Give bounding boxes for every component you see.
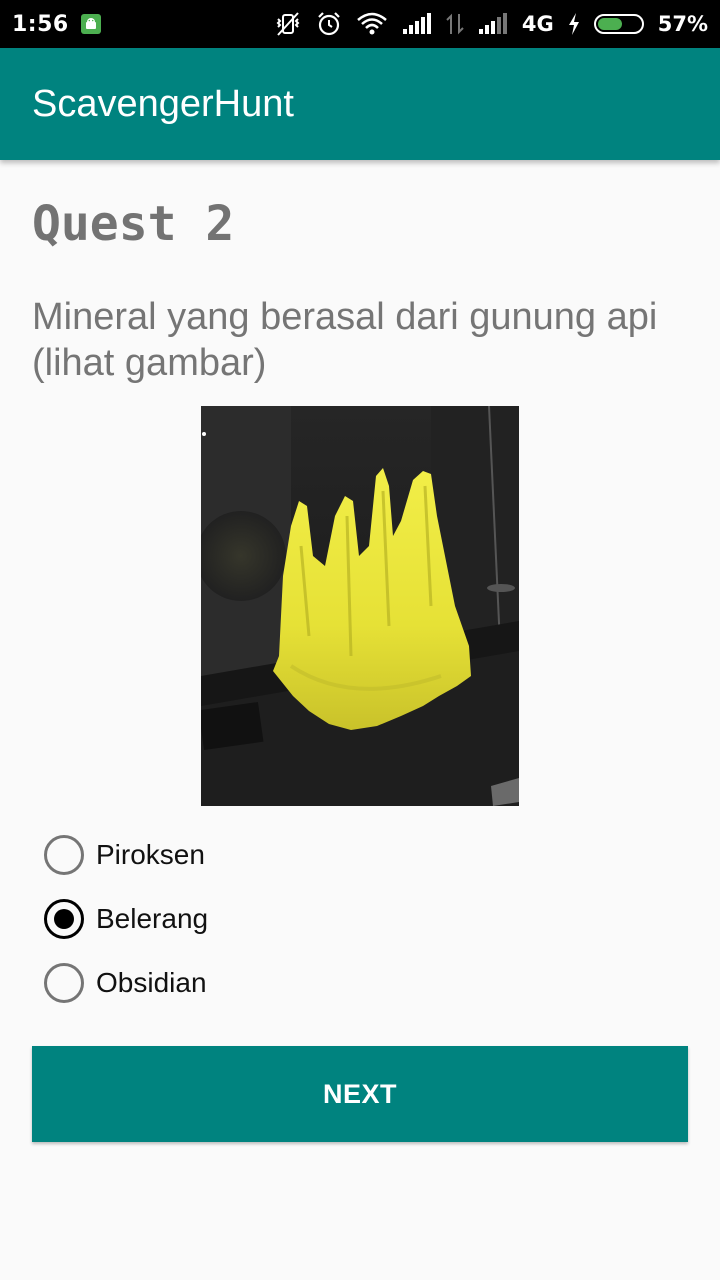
question-text: Mineral yang berasal dari gunung api (li… (32, 296, 658, 384)
answer-options: Piroksen Belerang Obsidian (44, 834, 208, 1026)
wifi-icon (356, 12, 388, 36)
status-icons: 4G 57% (274, 11, 708, 37)
battery-percent: 57% (657, 12, 708, 36)
next-button[interactable]: NEXT (32, 1046, 688, 1142)
alarm-icon (316, 11, 342, 37)
status-time: 1:56 (12, 11, 69, 37)
signal-icon-2 (478, 13, 508, 35)
radio-button[interactable] (44, 963, 84, 1003)
status-bar: 1:56 4G 57% (0, 0, 720, 48)
vibrate-off-icon (274, 11, 302, 37)
battery-icon (593, 14, 644, 34)
charging-bolt-icon (568, 13, 580, 35)
option-piroksen[interactable]: Piroksen (44, 834, 208, 876)
option-label: Belerang (96, 903, 209, 934)
sulfur-specimen-photo (201, 406, 519, 806)
option-belerang[interactable]: Belerang (44, 898, 208, 940)
battery-level-fill (597, 18, 622, 30)
data-transfer-icon (446, 12, 464, 36)
app-title: ScavengerHunt (32, 82, 294, 125)
app-bar: ScavengerHunt (0, 48, 720, 160)
quest-title: Quest 2 (32, 196, 235, 252)
option-label: Piroksen (96, 839, 205, 870)
option-label: Obsidian (96, 967, 207, 998)
option-obsidian[interactable]: Obsidian (44, 962, 208, 1004)
android-notification-icon (80, 14, 101, 34)
network-type: 4G (521, 12, 554, 36)
radio-button[interactable] (44, 899, 84, 939)
radio-button[interactable] (44, 835, 84, 875)
signal-icon (402, 13, 432, 35)
